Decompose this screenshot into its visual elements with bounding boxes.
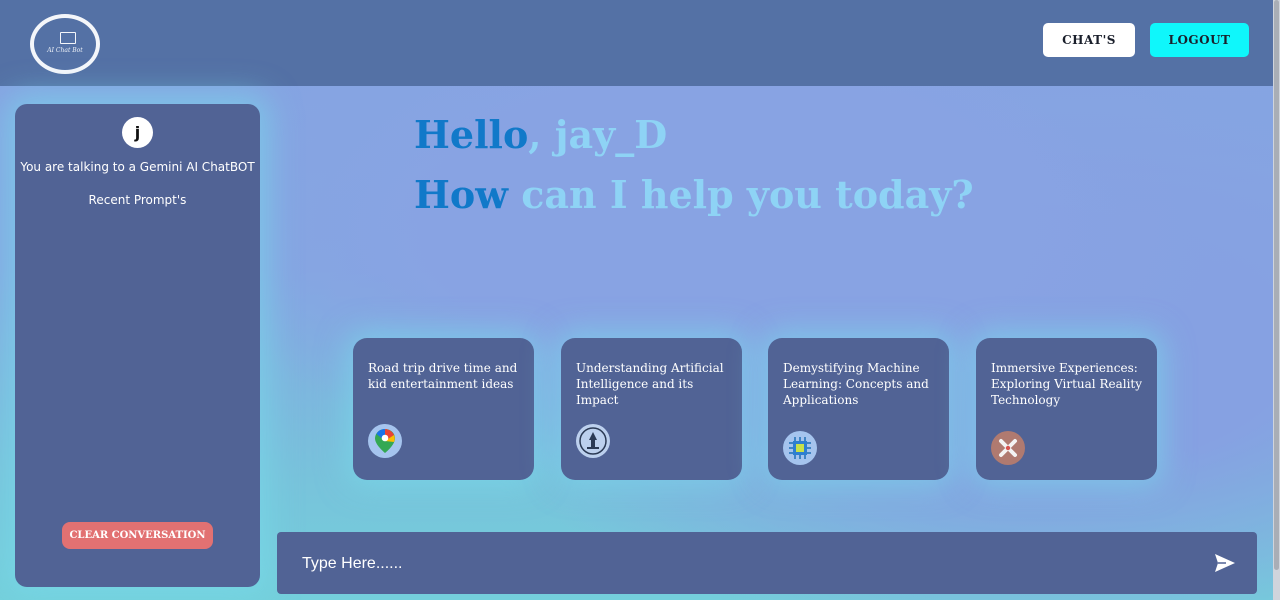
logout-button[interactable]: LOGOUT: [1150, 23, 1249, 57]
suggestion-card-machine-learning[interactable]: Demystifying Machine Learning: Concepts …: [768, 338, 949, 480]
suggestion-card-ai[interactable]: Understanding Artificial Intelligence an…: [561, 338, 742, 480]
greeting-username: , jay_D: [528, 112, 668, 157]
monitor-icon: [60, 32, 76, 44]
greeting-how: How: [414, 172, 522, 217]
chats-button[interactable]: CHAT'S: [1043, 23, 1135, 57]
tools-icon: [991, 431, 1025, 465]
suggestion-card-virtual-reality[interactable]: Immersive Experiences: Exploring Virtual…: [976, 338, 1157, 480]
sidebar-subtitle: You are talking to a Gemini AI ChatBOT: [20, 160, 255, 174]
greeting-line-1: Hello, jay_D: [414, 112, 667, 157]
clear-conversation-button[interactable]: CLEAR CONVERSATION: [62, 522, 213, 549]
maps-pin-icon: [368, 424, 402, 458]
chat-input-bar: [277, 532, 1257, 594]
chat-input[interactable]: [300, 550, 1184, 578]
card-text: Immersive Experiences: Exploring Virtual…: [991, 361, 1143, 407]
user-avatar: j: [122, 117, 153, 148]
greeting-hello: Hello: [414, 112, 529, 157]
top-navbar: AI Chat Bot CHAT'S LOGOUT: [0, 0, 1273, 86]
card-text: Demystifying Machine Learning: Concepts …: [783, 361, 929, 407]
send-icon[interactable]: [1214, 553, 1236, 573]
card-text: Understanding Artificial Intelligence an…: [576, 361, 724, 407]
greeting-line-2: How can I help you today?: [414, 172, 974, 217]
ai-emblem-icon: [576, 424, 610, 458]
logo-text: AI Chat Bot: [47, 47, 83, 54]
page-scrollbar[interactable]: [1273, 0, 1280, 600]
suggestion-card-road-trip[interactable]: Road trip drive time and kid entertainme…: [353, 338, 534, 480]
app-logo[interactable]: AI Chat Bot: [30, 14, 100, 74]
sidebar: j You are talking to a Gemini AI ChatBOT…: [15, 104, 260, 587]
card-text: Road trip drive time and kid entertainme…: [368, 361, 518, 391]
chip-icon: [783, 431, 817, 465]
recent-prompts-heading: Recent Prompt's: [88, 193, 187, 207]
greeting-help-question: can I help you today?: [521, 172, 974, 217]
scrollbar-thumb[interactable]: [1274, 0, 1279, 570]
